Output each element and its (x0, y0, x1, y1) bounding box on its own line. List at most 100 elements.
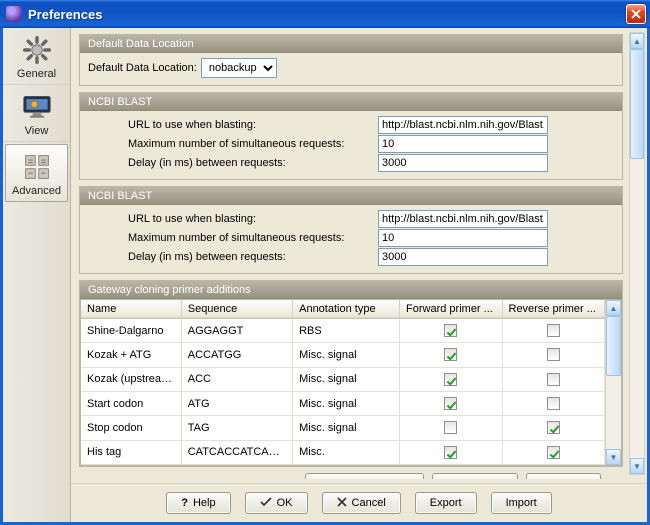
blast-delay-input[interactable] (378, 248, 548, 266)
blast-url-input[interactable] (378, 210, 548, 228)
preferences-main: Default Data Location Default Data Locat… (71, 28, 647, 522)
blast-max-input[interactable] (378, 135, 548, 153)
default-location-select[interactable]: nobackup (201, 58, 277, 78)
table-row[interactable]: Start codonATGMisc. signal (81, 391, 605, 415)
cell-forward[interactable] (400, 367, 502, 391)
scroll-down-icon[interactable]: ▼ (630, 458, 644, 474)
cell-sequence[interactable]: TAG (181, 416, 292, 440)
blast-url-label: URL to use when blasting: (128, 213, 378, 225)
forward-checkbox[interactable] (444, 421, 457, 434)
cell-name[interactable]: Start codon (81, 391, 181, 415)
reverse-checkbox[interactable] (547, 397, 560, 410)
cell-sequence[interactable]: ATG (181, 391, 292, 415)
help-button[interactable]: ?Help (166, 492, 230, 514)
close-button[interactable] (626, 4, 646, 24)
gateway-table: Name Sequence Annotation type Forward pr… (80, 299, 622, 466)
reverse-checkbox[interactable] (547, 373, 560, 386)
blast-max-input[interactable] (378, 229, 548, 247)
ok-button[interactable]: OK (245, 492, 308, 514)
cell-sequence[interactable]: CATCACCATCACC... (181, 440, 292, 464)
col-sequence[interactable]: Sequence (181, 300, 292, 319)
table-row[interactable]: His tagCATCACCATCACC...Misc. (81, 440, 605, 464)
table-row[interactable]: Stop codonTAGMisc. signal (81, 416, 605, 440)
cell-reverse[interactable] (502, 416, 605, 440)
forward-checkbox[interactable] (444, 397, 457, 410)
sidebar-item-view[interactable]: View (3, 85, 70, 142)
default-location-label: Default Data Location: (88, 62, 197, 74)
delete-row-button[interactable]: Delete Row (432, 473, 519, 479)
table-row[interactable]: Kozak + ATGACCATGGMisc. signal (81, 343, 605, 367)
ok-label: OK (277, 497, 293, 509)
sidebar-item-general[interactable]: General (3, 28, 70, 85)
forward-checkbox[interactable] (444, 446, 457, 459)
sidebar-item-label: General (3, 68, 70, 80)
cell-annotation[interactable]: Misc. signal (293, 416, 400, 440)
cell-annotation[interactable]: RBS (293, 319, 400, 343)
cell-reverse[interactable] (502, 367, 605, 391)
reverse-checkbox[interactable] (547, 348, 560, 361)
cell-annotation[interactable]: Misc. (293, 440, 400, 464)
blast-url-input[interactable] (378, 116, 548, 134)
reverse-checkbox[interactable] (547, 324, 560, 337)
cell-reverse[interactable] (502, 343, 605, 367)
table-row[interactable]: Kozak (upstream o...ACCMisc. signal (81, 367, 605, 391)
blast-delay-input[interactable] (378, 154, 548, 172)
reverse-checkbox[interactable] (547, 446, 560, 459)
scroll-thumb[interactable] (630, 49, 644, 159)
cancel-label: Cancel (352, 497, 386, 509)
scroll-up-icon[interactable]: ▲ (606, 300, 621, 316)
cell-forward[interactable] (400, 343, 502, 367)
add-row-button[interactable]: Add Row (526, 473, 601, 479)
advanced-icon (6, 151, 67, 183)
forward-checkbox[interactable] (444, 373, 457, 386)
col-annotation[interactable]: Annotation type (293, 300, 400, 319)
group-header: NCBI BLAST (80, 187, 622, 205)
dialog-button-row: ?Help OK Cancel Export Import (71, 483, 647, 522)
cell-name[interactable]: Stop codon (81, 416, 181, 440)
blast-max-label: Maximum number of simultaneous requests: (128, 232, 378, 244)
sidebar-item-label: View (3, 125, 70, 137)
cell-sequence[interactable]: ACCATGG (181, 343, 292, 367)
cancel-button[interactable]: Cancel (322, 492, 401, 514)
cell-reverse[interactable] (502, 391, 605, 415)
table-scrollbar[interactable]: ▲ ▼ (605, 300, 621, 465)
group-default-location: Default Data Location Default Data Locat… (79, 34, 623, 86)
blast-url-label: URL to use when blasting: (128, 119, 378, 131)
scroll-down-icon[interactable]: ▼ (606, 449, 621, 465)
cell-annotation[interactable]: Misc. signal (293, 391, 400, 415)
forward-checkbox[interactable] (444, 324, 457, 337)
help-icon: ? (181, 497, 188, 509)
blast-delay-label: Delay (in ms) between requests: (128, 157, 378, 169)
cell-forward[interactable] (400, 391, 502, 415)
cell-forward[interactable] (400, 319, 502, 343)
group-gateway: Gateway cloning primer additions Name Se… (79, 280, 623, 467)
cell-reverse[interactable] (502, 440, 605, 464)
cell-annotation[interactable]: Misc. signal (293, 343, 400, 367)
cell-sequence[interactable]: AGGAGGT (181, 319, 292, 343)
pane-scrollbar[interactable]: ▲ ▼ (629, 32, 645, 475)
col-name[interactable]: Name (81, 300, 181, 319)
cell-name[interactable]: Kozak + ATG (81, 343, 181, 367)
add-default-rows-button[interactable]: Add Default Rows (305, 473, 423, 479)
cell-forward[interactable] (400, 416, 502, 440)
sidebar-item-advanced[interactable]: Advanced (5, 144, 68, 202)
col-reverse[interactable]: Reverse primer ... (502, 300, 605, 319)
cell-name[interactable]: Kozak (upstream o... (81, 367, 181, 391)
scroll-thumb[interactable] (606, 316, 621, 376)
cell-reverse[interactable] (502, 319, 605, 343)
window-title: Preferences (28, 7, 626, 22)
cell-name[interactable]: Shine-Dalgarno (81, 319, 181, 343)
scroll-up-icon[interactable]: ▲ (630, 33, 644, 49)
cell-name[interactable]: His tag (81, 440, 181, 464)
cell-annotation[interactable]: Misc. signal (293, 367, 400, 391)
import-button[interactable]: Import (491, 492, 552, 514)
table-row[interactable]: Shine-DalgarnoAGGAGGTRBS (81, 319, 605, 343)
col-forward[interactable]: Forward primer ... (400, 300, 502, 319)
cell-forward[interactable] (400, 440, 502, 464)
gateway-button-row: Add Default Rows Delete Row Add Row (79, 467, 623, 479)
reverse-checkbox[interactable] (547, 421, 560, 434)
export-button[interactable]: Export (415, 492, 477, 514)
blast-max-label: Maximum number of simultaneous requests: (128, 138, 378, 150)
forward-checkbox[interactable] (444, 348, 457, 361)
cell-sequence[interactable]: ACC (181, 367, 292, 391)
